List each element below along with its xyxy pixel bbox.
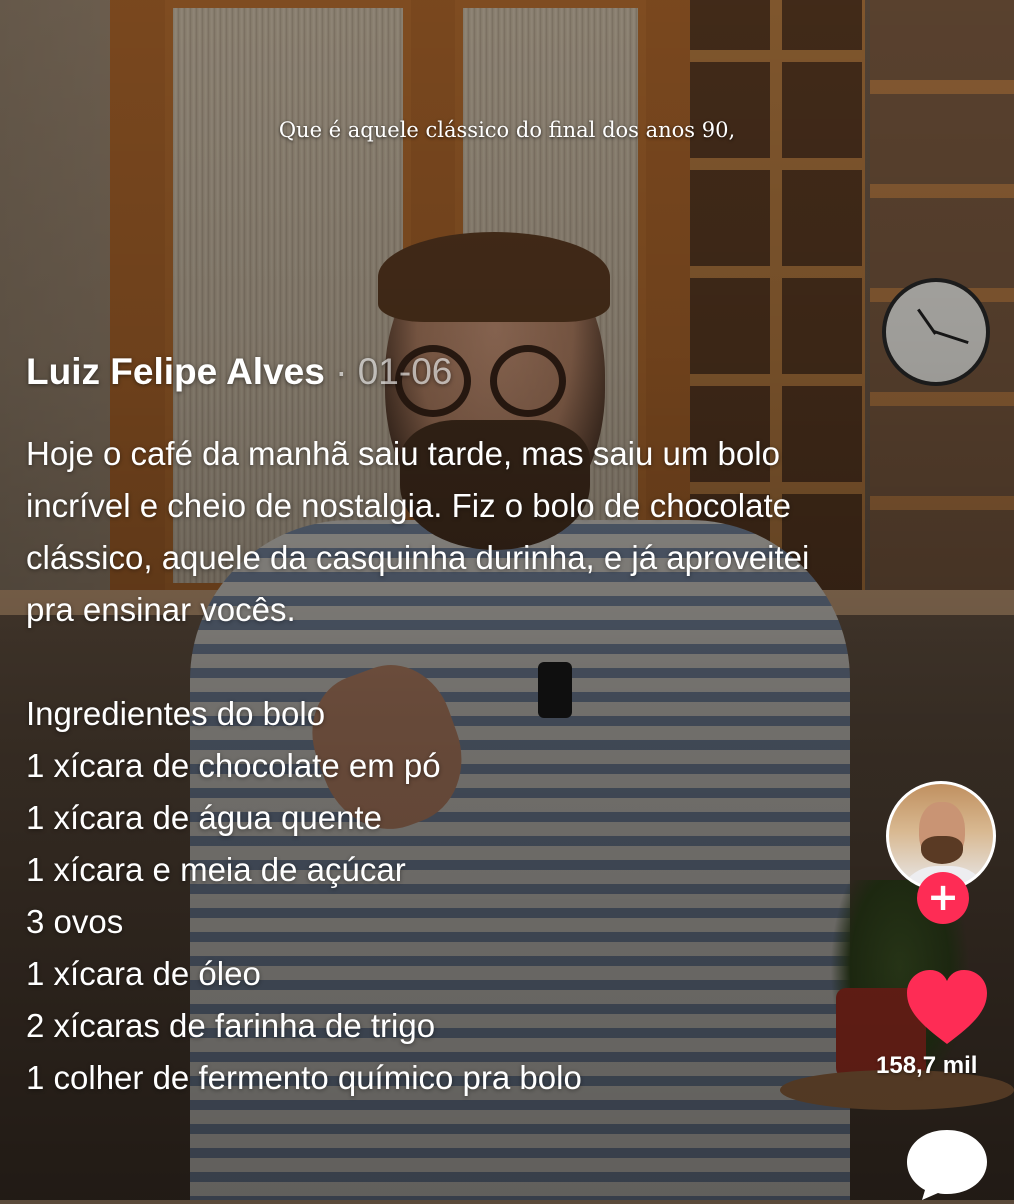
ingredient-item: 1 xícara de óleo [26, 955, 261, 992]
like-count: 158,7 mil [876, 1052, 978, 1079]
post-description: Hoje o café da manhã saiu tarde, mas sai… [26, 428, 826, 1104]
heart-icon[interactable] [905, 968, 989, 1048]
ingredient-item: 1 xícara de água quente [26, 799, 382, 836]
ingredient-item: 1 colher de fermento químico pra bolo [26, 1059, 582, 1096]
ingredients-list: 1 xícara de chocolate em pó 1 xícara de … [26, 740, 826, 1104]
ingredients-title: Ingredientes do bolo [26, 695, 326, 732]
comment-bubble-icon[interactable] [904, 1128, 990, 1200]
author-line: Luiz Felipe Alves · 01-06 [26, 351, 452, 393]
post-date: 01-06 [357, 351, 453, 392]
description-text: Hoje o café da manhã saiu tarde, mas sai… [26, 435, 810, 628]
ingredient-item: 3 ovos [26, 903, 124, 940]
author-date-separator: · [335, 351, 348, 392]
author-name[interactable]: Luiz Felipe Alves [26, 351, 325, 392]
ingredient-item: 2 xícaras de farinha de trigo [26, 1007, 436, 1044]
follow-button[interactable]: + [917, 872, 969, 924]
ingredient-item: 1 xícara de chocolate em pó [26, 747, 441, 784]
video-subtitle: Que é aquele clássico do final dos anos … [278, 118, 736, 142]
ingredient-item: 1 xícara e meia de açúcar [26, 851, 406, 888]
